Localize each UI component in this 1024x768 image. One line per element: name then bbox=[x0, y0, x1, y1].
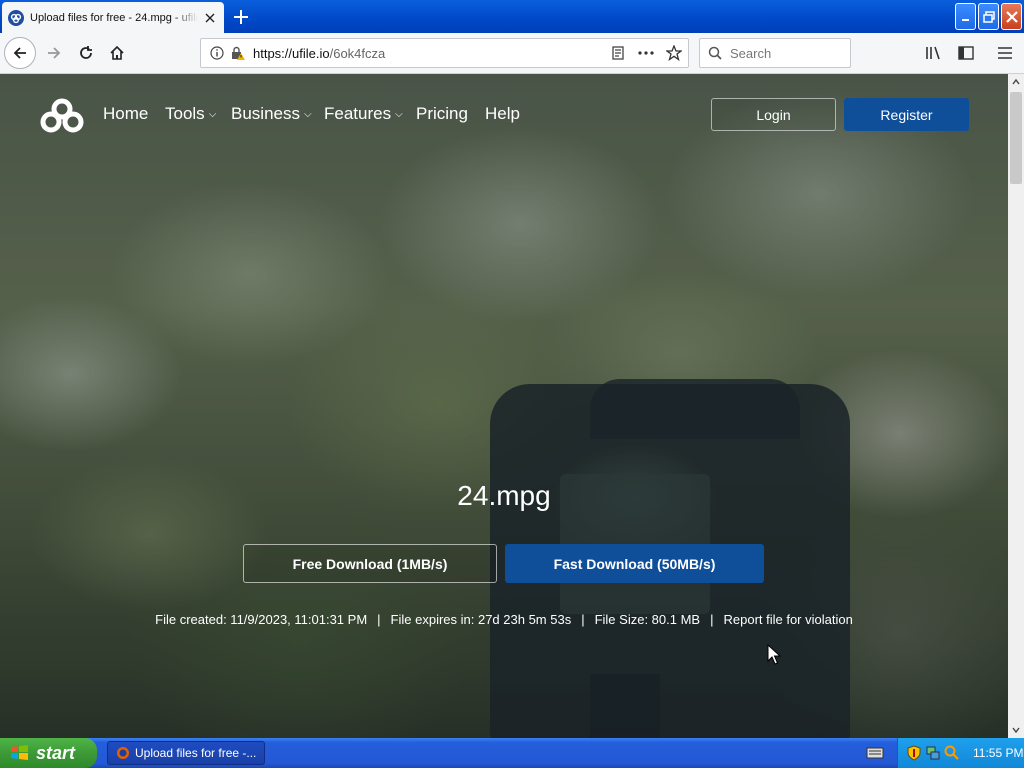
nav-business-dropdown[interactable]: Business ⌵ bbox=[231, 104, 312, 124]
reload-button[interactable] bbox=[70, 37, 102, 69]
system-tray: 11:55 PM bbox=[897, 738, 1024, 768]
taskbar: start Upload files for free -... 11:55 P… bbox=[0, 738, 1024, 768]
start-button[interactable]: start bbox=[0, 738, 97, 768]
reload-icon bbox=[80, 46, 92, 59]
browser-titlebar: Upload files for free - 24.mpg - ufile.i… bbox=[0, 0, 1024, 33]
file-expires-text: File expires in: 27d 23h 5m 53s bbox=[390, 612, 572, 627]
menu-button[interactable] bbox=[991, 39, 1019, 67]
plus-icon bbox=[234, 10, 248, 24]
reader-view-icon[interactable] bbox=[604, 39, 632, 67]
minimize-icon bbox=[961, 18, 969, 21]
network-icon[interactable] bbox=[925, 745, 941, 761]
home-icon bbox=[110, 45, 124, 60]
file-created-text: File created: 11/9/2023, 11:01:31 PM bbox=[155, 612, 368, 627]
scroll-down-button[interactable] bbox=[1008, 722, 1024, 738]
security-shield-icon[interactable] bbox=[906, 745, 922, 761]
page-actions-icon[interactable] bbox=[632, 39, 660, 67]
sidebar-button[interactable] bbox=[952, 39, 980, 67]
chevron-up-icon bbox=[1012, 79, 1020, 85]
separator: | bbox=[581, 612, 585, 627]
hamburger-menu-icon bbox=[998, 47, 1012, 59]
separator: | bbox=[710, 612, 714, 627]
background-overlay bbox=[0, 74, 1008, 738]
arrow-left-icon bbox=[13, 47, 26, 59]
vertical-scrollbar[interactable] bbox=[1008, 74, 1024, 738]
arrow-right-icon bbox=[48, 47, 61, 59]
window-close-button[interactable] bbox=[1001, 3, 1022, 30]
nav-tools-label: Tools bbox=[165, 104, 205, 123]
nav-home-label: Home bbox=[103, 104, 149, 123]
taskbar-item-label: Upload files for free -... bbox=[135, 746, 257, 760]
taskbar-item-browser[interactable]: Upload files for free -... bbox=[107, 741, 265, 765]
nav-help-label: Help bbox=[485, 104, 520, 123]
nav-tools-dropdown[interactable]: Tools ⌵ bbox=[165, 104, 216, 124]
forward-button[interactable] bbox=[38, 37, 70, 69]
url-path: /6ok4fcza bbox=[329, 45, 386, 61]
nav-features-dropdown[interactable]: Features ⌵ bbox=[324, 104, 403, 124]
library-button[interactable] bbox=[920, 39, 948, 67]
scroll-up-button[interactable] bbox=[1008, 74, 1024, 90]
search-input[interactable] bbox=[730, 45, 840, 61]
nav-help-link[interactable]: Help bbox=[485, 104, 520, 124]
library-icon bbox=[926, 46, 940, 60]
search-box[interactable] bbox=[699, 38, 851, 68]
home-button[interactable] bbox=[101, 37, 133, 69]
windows-flag-icon bbox=[11, 745, 28, 760]
register-button[interactable]: Register bbox=[844, 98, 969, 131]
fast-download-button[interactable]: Fast Download (50MB/s) bbox=[505, 544, 764, 583]
search-icon bbox=[708, 46, 722, 60]
chevron-down-icon: ⌵ bbox=[395, 108, 403, 120]
sidebar-icon bbox=[958, 46, 974, 60]
ufile-logo-icon bbox=[40, 98, 84, 133]
file-info-bar: File created: 11/9/2023, 11:01:31 PM | Fil… bbox=[0, 612, 1008, 627]
nav-business-label: Business bbox=[231, 104, 300, 123]
browser-app-icon bbox=[117, 747, 129, 759]
file-size-text: File Size: 80.1 MB bbox=[594, 612, 701, 627]
free-download-button[interactable]: Free Download (1MB/s) bbox=[243, 544, 497, 583]
file-name-heading: 24.mpg bbox=[457, 480, 551, 511]
lock-warning-icon[interactable] bbox=[227, 43, 247, 63]
report-violation-link[interactable]: Report file for violation bbox=[723, 612, 852, 627]
nav-pricing-label: Pricing bbox=[416, 104, 468, 123]
window-restore-button[interactable] bbox=[978, 3, 999, 30]
nav-home-link[interactable]: Home bbox=[103, 104, 148, 124]
ufile-logo[interactable] bbox=[38, 98, 86, 134]
scroll-thumb[interactable] bbox=[1010, 92, 1022, 184]
tab-close-icon[interactable] bbox=[202, 10, 218, 26]
window-minimize-button[interactable] bbox=[955, 3, 976, 30]
page-viewport: Home Tools ⌵ Business ⌵ Features ⌵ Pricing … bbox=[0, 74, 1008, 738]
tab-active[interactable]: Upload files for free - 24.mpg - ufile.i… bbox=[2, 2, 224, 33]
separator: | bbox=[377, 612, 381, 627]
bookmark-star-icon[interactable] bbox=[660, 39, 688, 67]
address-bar[interactable]: https://ufile.io/6ok4fcza bbox=[200, 38, 689, 68]
tab-title: Upload files for free - 24.mpg - ufile.i… bbox=[30, 11, 198, 24]
chevron-down-icon bbox=[1012, 727, 1020, 733]
nav-features-label: Features bbox=[324, 104, 392, 123]
back-button[interactable] bbox=[4, 37, 36, 69]
close-icon bbox=[1005, 10, 1018, 23]
info-icon[interactable] bbox=[207, 43, 227, 63]
restore-icon bbox=[982, 10, 995, 23]
url-text[interactable]: https://ufile.io/6ok4fcza bbox=[253, 46, 604, 61]
browser-toolbar: https://ufile.io/6ok4fcza bbox=[0, 33, 1024, 74]
chevron-down-icon: ⌵ bbox=[208, 108, 217, 120]
nav-pricing-link[interactable]: Pricing bbox=[416, 104, 468, 124]
ufile-favicon-icon bbox=[8, 9, 24, 26]
keyboard-icon[interactable] bbox=[866, 745, 884, 761]
start-label: start bbox=[36, 742, 76, 763]
search-tray-icon[interactable] bbox=[944, 745, 960, 761]
new-tab-button[interactable] bbox=[228, 4, 254, 30]
mouse-cursor-icon bbox=[767, 644, 781, 665]
url-host: https://ufile.io bbox=[253, 45, 330, 61]
chevron-down-icon: ⌵ bbox=[303, 108, 312, 120]
clock: 11:55 PM bbox=[973, 746, 1024, 760]
login-button[interactable]: Login bbox=[711, 98, 836, 131]
